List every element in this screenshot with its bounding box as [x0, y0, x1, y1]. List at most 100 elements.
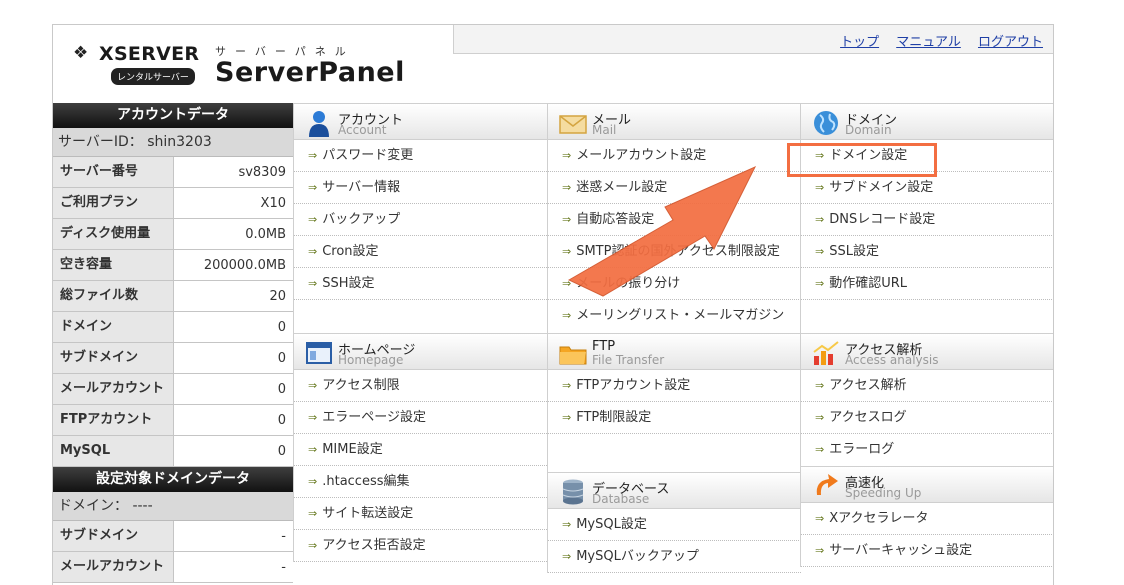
menu-label: サーバーキャッシュ設定	[829, 543, 973, 558]
section-account-header: アカウント Account	[294, 103, 547, 140]
menu-error-page[interactable]: ⇒ エラーページ設定	[294, 402, 547, 434]
nav-manual-link[interactable]: マニュアル	[896, 35, 961, 50]
empty-cell	[548, 434, 801, 472]
row-value: -	[174, 552, 293, 582]
row-value: sv8309	[174, 157, 293, 187]
arrow-icon: ⇒	[815, 544, 825, 557]
row-label: ドメイン	[53, 312, 174, 342]
menu-label: .htaccess編集	[322, 474, 410, 489]
top-nav: トップ マニュアル ログアウト	[453, 25, 1053, 54]
arrow-icon: ⇒	[815, 512, 825, 525]
menu-server-cache[interactable]: ⇒ サーバーキャッシュ設定	[801, 535, 1053, 567]
nav-top-link[interactable]: トップ	[840, 35, 879, 50]
account-row-domain: ドメイン 0	[53, 312, 293, 343]
row-value: 0	[174, 405, 293, 435]
menu-server-info[interactable]: ⇒ サーバー情報	[294, 172, 547, 204]
section-subtitle: Account	[338, 123, 387, 137]
menu-label: MIME設定	[322, 442, 383, 457]
menu-label: サーバー情報	[322, 180, 401, 195]
row-label: メールアカウント	[53, 552, 174, 582]
menu-site-redirect[interactable]: ⇒ サイト転送設定	[294, 498, 547, 530]
section-ftp-header: FTP File Transfer	[548, 333, 801, 370]
server-panel-frame: ❖ XSERVER レンタルサーバー サーバーパネル ServerPanel ト…	[52, 24, 1054, 585]
menu-test-url[interactable]: ⇒ 動作確認URL	[801, 268, 1053, 300]
chart-icon	[813, 341, 839, 365]
arrow-icon: ⇒	[815, 181, 825, 194]
xserver-logo[interactable]: ❖ XSERVER レンタルサーバー	[73, 41, 203, 91]
menu-mysql-backup[interactable]: ⇒ MySQLバックアップ	[548, 541, 801, 573]
menu-label: Cron設定	[322, 244, 379, 259]
globe-icon	[814, 111, 838, 135]
menu-label: 動作確認URL	[829, 276, 908, 291]
menu-label: アクセス解析	[829, 378, 907, 393]
account-row-free-space: 空き容量 200000.0MB	[53, 250, 293, 281]
menu-access-log[interactable]: ⇒ アクセスログ	[801, 402, 1053, 434]
row-value: 0	[174, 374, 293, 404]
arrow-icon: ⇒	[308, 149, 318, 162]
menu-label: バックアップ	[322, 212, 401, 227]
arrow-icon: ⇒	[562, 213, 572, 226]
left-sidebar: アカウントデータ サーバーID： shin3203 サーバー番号 sv8309 ご…	[53, 103, 293, 583]
row-label: 総ファイル数	[53, 281, 174, 311]
row-label: ご利用プラン	[53, 188, 174, 218]
speed-arrow-icon	[816, 474, 838, 495]
section-subtitle: Database	[592, 492, 650, 506]
menu-mime[interactable]: ⇒ MIME設定	[294, 434, 547, 466]
menu-subdomain[interactable]: ⇒ サブドメイン設定	[801, 172, 1053, 204]
menu-domain-settings[interactable]: ⇒ ドメイン設定	[801, 140, 1053, 172]
menu-mail-account[interactable]: ⇒ メールアカウント設定	[548, 140, 801, 172]
brand-subtitle: レンタルサーバー	[111, 68, 195, 85]
menu-mailing-list[interactable]: ⇒ メーリングリスト・メールマガジン	[548, 300, 801, 333]
account-data-heading: アカウントデータ	[53, 103, 293, 128]
section-analytics-header: アクセス解析 Access analysis	[801, 333, 1053, 370]
row-value: 0	[174, 436, 293, 466]
arrow-icon: ⇒	[562, 550, 572, 563]
menu-ftp-restriction[interactable]: ⇒ FTP制限設定	[548, 402, 801, 434]
section-subtitle: Access analysis	[845, 353, 939, 367]
arrow-icon: ⇒	[308, 213, 318, 226]
account-row-mysql: MySQL 0	[53, 436, 293, 467]
menu-dns-record[interactable]: ⇒ DNSレコード設定	[801, 204, 1053, 236]
menu-cron[interactable]: ⇒ Cron設定	[294, 236, 547, 268]
row-label: ディスク使用量	[53, 219, 174, 249]
row-value: 20	[174, 281, 293, 311]
arrow-icon: ⇒	[815, 245, 825, 258]
menu-label: FTP制限設定	[576, 410, 652, 425]
product-name: ServerPanel	[215, 57, 405, 88]
menu-label: アクセスログ	[829, 410, 907, 425]
menu-ssh[interactable]: ⇒ SSH設定	[294, 268, 547, 300]
menu-label: メールの振り分け	[576, 276, 681, 291]
menu-access-analysis[interactable]: ⇒ アクセス解析	[801, 370, 1053, 402]
arrow-icon: ⇒	[308, 245, 318, 258]
section-database-header: データベース Database	[548, 472, 801, 509]
section-subtitle: Speeding Up	[845, 486, 922, 500]
menu-smtp-restriction[interactable]: ⇒ SMTP認証の国外アクセス制限設定	[548, 236, 801, 268]
nav-logout-link[interactable]: ログアウト	[978, 35, 1043, 50]
menu-htaccess[interactable]: ⇒ .htaccess編集	[294, 466, 547, 498]
menu-label: アクセス拒否設定	[322, 538, 426, 553]
empty-cell	[294, 300, 547, 333]
menu-mysql[interactable]: ⇒ MySQL設定	[548, 509, 801, 541]
menu-x-accelerator[interactable]: ⇒ Xアクセラレータ	[801, 503, 1053, 535]
menu-spam[interactable]: ⇒ 迷惑メール設定	[548, 172, 801, 204]
arrow-icon: ⇒	[308, 277, 318, 290]
menu-backup[interactable]: ⇒ バックアップ	[294, 204, 547, 236]
account-row-file-count: 総ファイル数 20	[53, 281, 293, 312]
menu-access-restriction[interactable]: ⇒ アクセス制限	[294, 370, 547, 402]
menu-access-deny[interactable]: ⇒ アクセス拒否設定	[294, 530, 547, 562]
menu-password-change[interactable]: ⇒ パスワード変更	[294, 140, 547, 172]
menu-error-log[interactable]: ⇒ エラーログ	[801, 434, 1053, 466]
empty-cell	[801, 300, 1053, 333]
section-subtitle: Domain	[845, 123, 892, 137]
menu-label: SMTP認証の国外アクセス制限設定	[576, 244, 780, 259]
menu-autoreply[interactable]: ⇒ 自動応答設定	[548, 204, 801, 236]
menu-mail-filter[interactable]: ⇒ メールの振り分け	[548, 268, 801, 300]
section-subtitle: Mail	[592, 123, 617, 137]
menu-ssl[interactable]: ⇒ SSL設定	[801, 236, 1053, 268]
server-id: サーバーID： shin3203	[53, 128, 293, 157]
diamond-logo-icon: ❖	[73, 43, 89, 63]
menu-label: MySQLバックアップ	[576, 549, 699, 564]
row-value: 200000.0MB	[174, 250, 293, 280]
menu-ftp-account[interactable]: ⇒ FTPアカウント設定	[548, 370, 801, 402]
menu-label: DNSレコード設定	[829, 212, 936, 227]
